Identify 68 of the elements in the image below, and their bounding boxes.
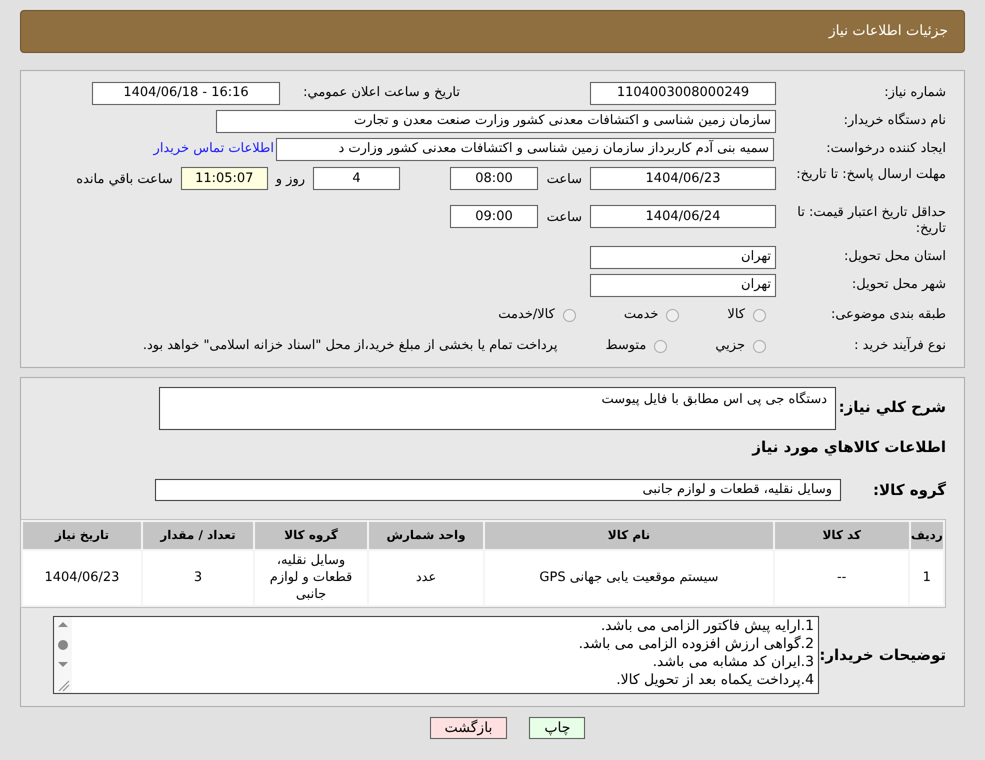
table-cell: 1 — [910, 550, 943, 604]
column-header: کد کالا — [774, 522, 909, 548]
page-title: جزئیات اطلاعات نیاز — [828, 22, 948, 41]
section-heading: اطلاعات کالاهاي مورد نیاز — [752, 437, 946, 458]
description-field[interactable]: دستگاه جی پی اس مطابق با فایل پیوست — [159, 387, 836, 430]
text-field[interactable]: 1404/06/24 — [590, 205, 776, 228]
remaining-label: ساعت باقي مانده — [76, 171, 174, 189]
radio-label: جزيي — [715, 337, 745, 356]
radio-label: خدمت — [624, 306, 658, 324]
text-field[interactable]: سمیه بنی آدم کاربرداز سازمان زمین شناسی و اکتشافات معدنی کشور وزارت د — [276, 138, 774, 160]
scrollbar-icon[interactable] — [54, 616, 72, 692]
text-field[interactable]: 4 — [313, 167, 400, 190]
field-label: شرح کلي نیاز: — [838, 397, 946, 415]
radio-button[interactable] — [753, 308, 766, 322]
field-label: ایجاد کننده درخواست: — [825, 141, 946, 157]
goods-group-field[interactable]: وسایل نقلیه، قطعات و لوازم جانبی — [155, 478, 841, 500]
text-field[interactable]: سازمان زمین شناسی و اکتشافات معدنی کشور وزارت صنعت معدن و تجارت — [216, 110, 776, 132]
text-field[interactable]: 1404/06/18 - 16:16 — [92, 82, 280, 104]
time-label: ساعت — [546, 171, 583, 189]
table-cell: وسایل نقلیه، قطعات و لوازم جانبی — [255, 550, 368, 604]
field-label: توضیحات خریدار: — [819, 646, 946, 662]
notes-field[interactable]: 1.ارایه پیش فاکتور الزامی می باشد. 2.گواهی ارزش افزوده الزامی می باشد. 3.ایران کد مشابه می باشد. 4.پرداخت یکماه بعد از تحویل کالا. — [53, 616, 819, 694]
column-header: گروه کالا — [255, 522, 368, 548]
field-label: نام دستگاه خریدار: — [842, 113, 946, 129]
text-field[interactable]: تهران — [590, 274, 776, 296]
field-label: مهلت ارسال پاسخ: تا تاریخ: — [795, 167, 946, 183]
field-label: تاریخ و ساعت اعلان عمومي: — [302, 85, 460, 101]
radio-label: متوسط — [605, 337, 646, 356]
radio-button[interactable] — [654, 340, 668, 352]
action-button[interactable]: چاپ — [529, 716, 586, 738]
text-field[interactable]: 09:00 — [450, 205, 538, 228]
radio-button[interactable] — [562, 308, 576, 322]
field-label: شماره نیاز: — [883, 85, 946, 101]
table-cell: 3 — [142, 550, 253, 604]
field-label: حداقل تاریخ اعتبار قیمت: تا تاریخ: — [796, 205, 946, 237]
text-field[interactable]: تهران — [590, 246, 776, 268]
field-label: طبقه بندی موضوعی: — [830, 307, 946, 323]
radio-label: کالا — [727, 306, 745, 324]
column-header: تاریخ نیاز — [23, 522, 141, 548]
radio-button[interactable] — [753, 340, 766, 352]
action-button[interactable]: بازگشت — [430, 716, 508, 738]
description-text: دستگاه جی پی اس مطابق با فایل پیوست — [602, 392, 827, 407]
text-field[interactable]: 08:00 — [450, 167, 538, 190]
note-line: 1.ارایه پیش فاکتور الزامی می باشد. — [600, 616, 814, 634]
text-field[interactable]: 1104003008000249 — [590, 82, 776, 104]
field-label: گروه کالا: — [872, 482, 946, 498]
radio-button[interactable] — [666, 308, 680, 322]
note-line: 3.ایران کد مشابه می باشد. — [652, 652, 814, 670]
table-cell: 1404/06/23 — [22, 550, 141, 604]
payment-note: پرداخت تمام یا بخشی از مبلغ خرید،از محل "اسناد خزانه اسلامی" خواهد بود. — [142, 337, 558, 356]
column-header: تعداد / مقدار — [142, 522, 253, 548]
column-header: ردیف — [910, 522, 943, 548]
table-cell: -- — [774, 550, 908, 604]
days-label: روز و — [274, 171, 306, 189]
table-cell: عدد — [369, 550, 484, 604]
note-line: 4.پرداخت یکماه بعد از تحویل کالا. — [616, 670, 814, 688]
column-header: نام کالا — [485, 522, 773, 548]
column-header: واحد شمارش — [369, 522, 484, 548]
note-line: 2.گواهی ارزش افزوده الزامی می باشد. — [578, 634, 814, 652]
contact-link[interactable]: اطلاعات تماس خریدار — [154, 139, 274, 159]
table-cell: سیستم موقعیت یابی جهانی GPS — [485, 550, 773, 604]
field-label: شهر محل تحویل: — [850, 277, 946, 293]
time-label: ساعت — [546, 209, 583, 227]
text-field[interactable]: 1404/06/23 — [590, 167, 776, 190]
countdown-field[interactable]: 11:05:07 — [180, 167, 268, 190]
field-label: استان محل تحویل: — [843, 249, 946, 265]
radio-label: کالا/خدمت — [498, 306, 555, 324]
field-label: نوع فرآیند خرید : — [853, 338, 946, 354]
